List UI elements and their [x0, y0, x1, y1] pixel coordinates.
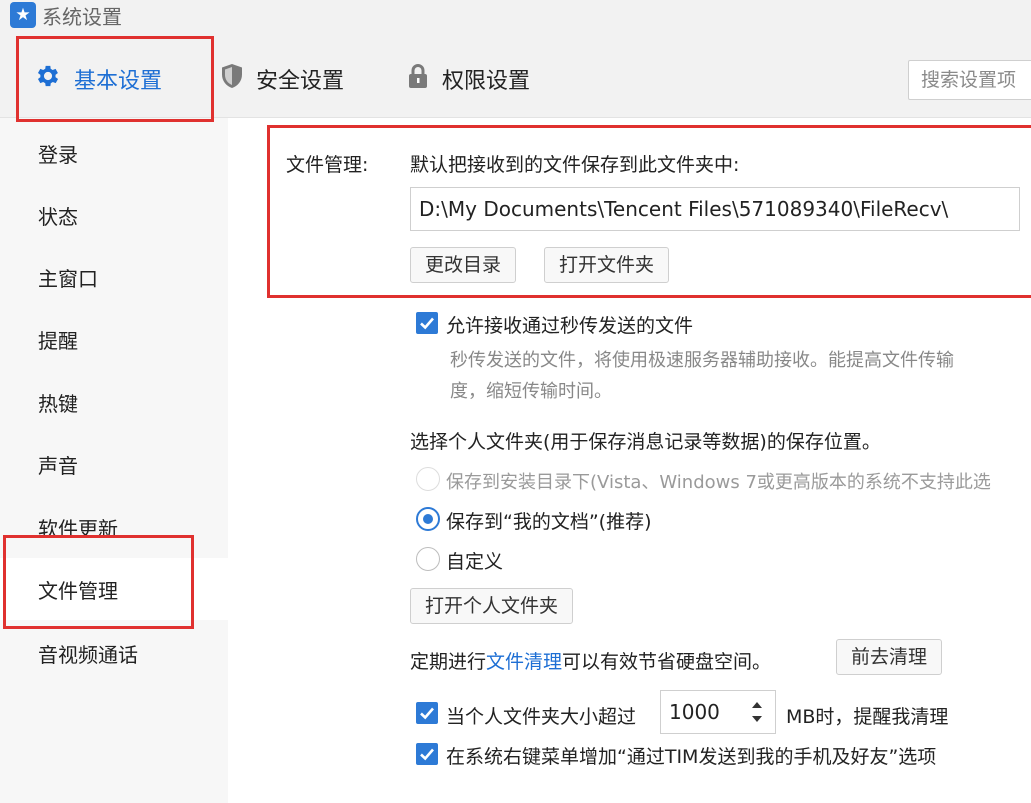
spinner-arrows-icon[interactable]: [749, 697, 765, 727]
tab-label: 权限设置: [442, 69, 531, 94]
instant-transfer-label: 允许接收通过秒传发送的文件: [446, 315, 694, 337]
sidebar-item-av-call[interactable]: 音视频通话: [0, 622, 228, 684]
size-threshold-input[interactable]: [661, 691, 741, 733]
open-personal-folder-button[interactable]: 打开个人文件夹: [410, 588, 574, 624]
instant-transfer-checkbox[interactable]: [416, 312, 438, 334]
context-menu-label: 在系统右键菜单增加“通过TIM发送到我的手机及好友”选项: [446, 746, 937, 768]
star-icon: ★: [10, 2, 36, 28]
size-alert-unit: MB时，提醒我清理: [786, 706, 949, 728]
radio-custom[interactable]: [416, 547, 440, 571]
radio-my-documents-label: 保存到“我的文档”(推荐): [446, 511, 652, 533]
change-directory-button[interactable]: 更改目录: [410, 247, 517, 283]
personal-folder-heading: 选择个人文件夹(用于保存消息记录等数据)的保存位置。: [410, 431, 881, 453]
tab-basic-settings[interactable]: 基本设置: [34, 40, 162, 118]
search-input[interactable]: [908, 60, 1031, 100]
sidebar-item-sound[interactable]: 声音: [0, 433, 228, 495]
open-folder-button[interactable]: 打开文件夹: [544, 247, 670, 283]
receive-path-input[interactable]: [410, 187, 1020, 231]
radio-custom-label: 自定义: [446, 551, 504, 573]
sidebar-item-hotkeys[interactable]: 热键: [0, 371, 228, 433]
size-alert-checkbox[interactable]: [416, 702, 438, 724]
radio-install-dir[interactable]: [416, 467, 440, 491]
file-cleanup-link[interactable]: 文件清理: [486, 651, 562, 673]
sidebar-item-login[interactable]: 登录: [0, 122, 228, 184]
instant-transfer-desc-1: 秒传发送的文件，将使用极速服务器辅助接收。能提高文件传输: [450, 350, 954, 371]
size-alert-label: 当个人文件夹大小超过: [446, 706, 637, 728]
radio-my-documents[interactable]: [416, 507, 440, 531]
checkmark-icon: [420, 317, 434, 330]
tab-security-settings[interactable]: 安全设置: [220, 40, 344, 118]
sidebar: 登录 状态 主窗口 提醒 热键 声音 软件更新 文件管理 音视频通话: [0, 118, 228, 803]
checkmark-icon: [420, 707, 434, 720]
settings-tab-bar: 基本设置 安全设置 权限设置: [0, 40, 1031, 118]
section-label: 文件管理:: [286, 154, 369, 176]
context-menu-checkbox[interactable]: [416, 743, 438, 765]
tab-label: 安全设置: [256, 69, 345, 94]
shield-icon: [220, 63, 244, 95]
sidebar-item-status[interactable]: 状态: [0, 184, 228, 246]
sidebar-item-reminders[interactable]: 提醒: [0, 308, 228, 370]
cleanup-text: 定期进行文件清理可以有效节省硬盘空间。: [410, 647, 771, 674]
sidebar-item-software-update[interactable]: 软件更新: [0, 496, 228, 558]
title-bar: ★ 系统设置: [0, 0, 1031, 40]
lock-icon: [406, 63, 430, 95]
instant-transfer-desc-2: 度，缩短传输时间。: [450, 381, 612, 402]
sidebar-item-main-window[interactable]: 主窗口: [0, 246, 228, 308]
checkmark-icon: [420, 748, 434, 761]
size-threshold-stepper[interactable]: [660, 690, 776, 734]
tab-label: 基本设置: [74, 69, 163, 94]
gear-icon: [34, 62, 62, 96]
window-title: 系统设置: [42, 5, 122, 29]
cleanup-text-before: 定期进行: [410, 651, 487, 673]
go-cleanup-button[interactable]: 前去清理: [836, 639, 943, 675]
sidebar-item-file-management[interactable]: 文件管理: [0, 558, 228, 620]
default-folder-label: 默认把接收到的文件保存到此文件夹中:: [410, 154, 740, 176]
cleanup-text-after: 可以有效节省硬盘空间。: [562, 651, 772, 673]
tab-permission-settings[interactable]: 权限设置: [406, 40, 530, 118]
radio-install-dir-label: 保存到安装目录下(Vista、Windows 7或更高版本的系统不支持此选: [446, 472, 991, 493]
